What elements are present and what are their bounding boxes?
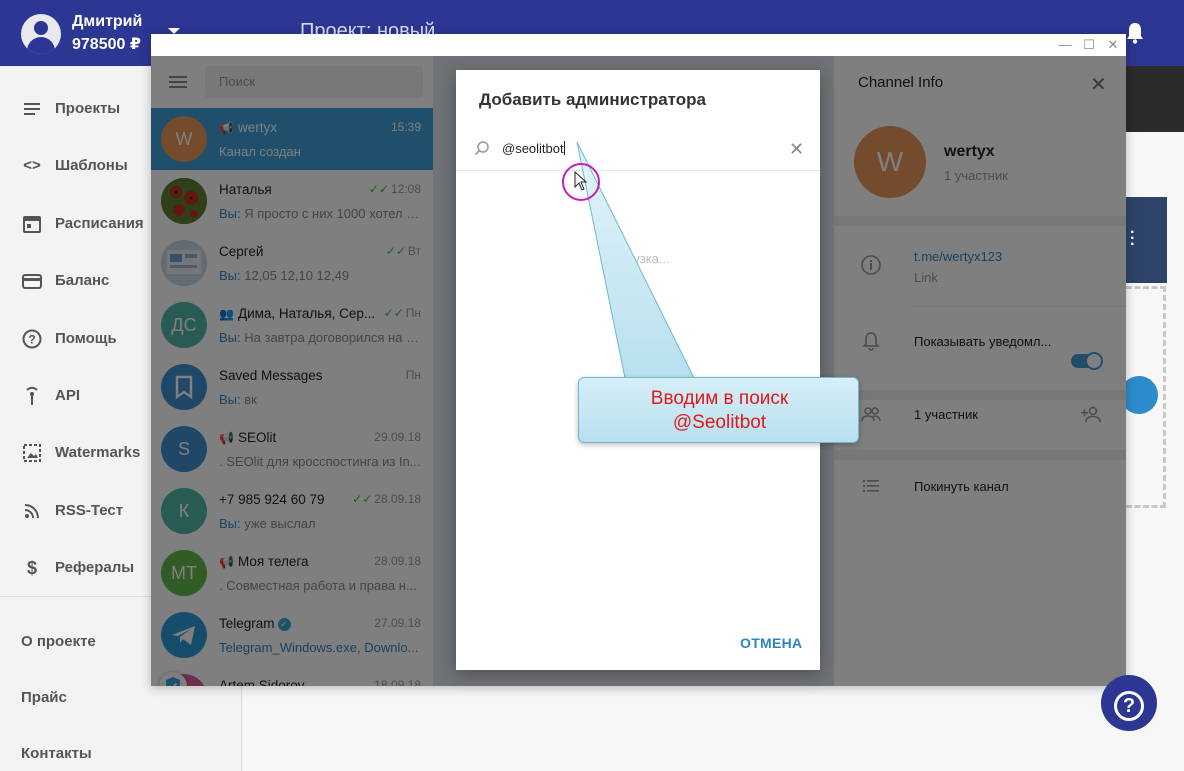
cancel-button[interactable]: ОТМЕНА [740,635,802,651]
link-contacts[interactable]: Контакты [21,745,92,762]
mouse-cursor-icon [574,171,588,191]
dollar-icon: $ [26,558,37,578]
question-icon: ? [22,329,42,349]
dialog-divider [456,170,820,171]
callout-line-2: @Seolitbot [672,412,767,433]
more-vertical-icon[interactable]: · · · [1130,225,1135,253]
maximize-icon[interactable]: ☐ [1080,36,1098,54]
loading-text: Загрузка... [606,251,670,266]
callout-box: Вводим в поиск @Seolitbot [578,377,859,443]
user-avatar[interactable] [21,14,61,54]
search-icon [474,141,489,156]
add-admin-dialog: Добавить администратора @seolitbot ✕ Заг… [456,70,820,670]
link-pricing[interactable]: Прайс [21,689,67,706]
close-icon[interactable]: ✕ [1104,36,1122,54]
sidebar-item-label: RSS-Тест [55,502,124,519]
sidebar-item-label: Шаблоны [55,157,128,174]
clear-icon[interactable]: ✕ [789,138,804,160]
window-titlebar: — ☐ ✕ [151,34,1126,56]
list-icon [24,103,40,115]
sidebar-item-label: Watermarks [55,444,141,461]
question-icon: ? [1114,691,1144,721]
sidebar-item-label: Проекты [55,100,121,117]
sidebar-item-label: Баланс [55,272,110,289]
help-button[interactable]: ? [1101,675,1157,731]
link-about[interactable]: О проекте [21,633,96,650]
rss-icon [24,504,39,519]
calendar-icon [23,216,41,233]
code-icon: <> [23,157,41,174]
antenna-icon [26,386,38,405]
sidebar-item-label: Помощь [55,330,117,347]
card-icon [22,274,42,289]
callout-line-1: Вводим в поиск [650,388,789,409]
admin-search-input[interactable]: @seolitbot [502,138,782,160]
text-caret [563,141,565,155]
sidebar-item-label: Расписания [55,215,144,232]
minimize-icon[interactable]: — [1056,36,1074,54]
bell-icon[interactable] [1126,22,1144,44]
user-name[interactable]: Дмитрий [72,13,142,31]
svg-text:?: ? [28,333,35,347]
dialog-title: Добавить администратора [479,90,706,109]
admin-search-value: @seolitbot [502,141,564,156]
sidebar-item-label: Рефералы [55,559,135,576]
main-dark-strip [1126,66,1184,132]
image-icon [23,444,41,462]
sidebar-item-label: API [55,387,81,404]
user-balance: 978500 ₽ [72,36,141,53]
